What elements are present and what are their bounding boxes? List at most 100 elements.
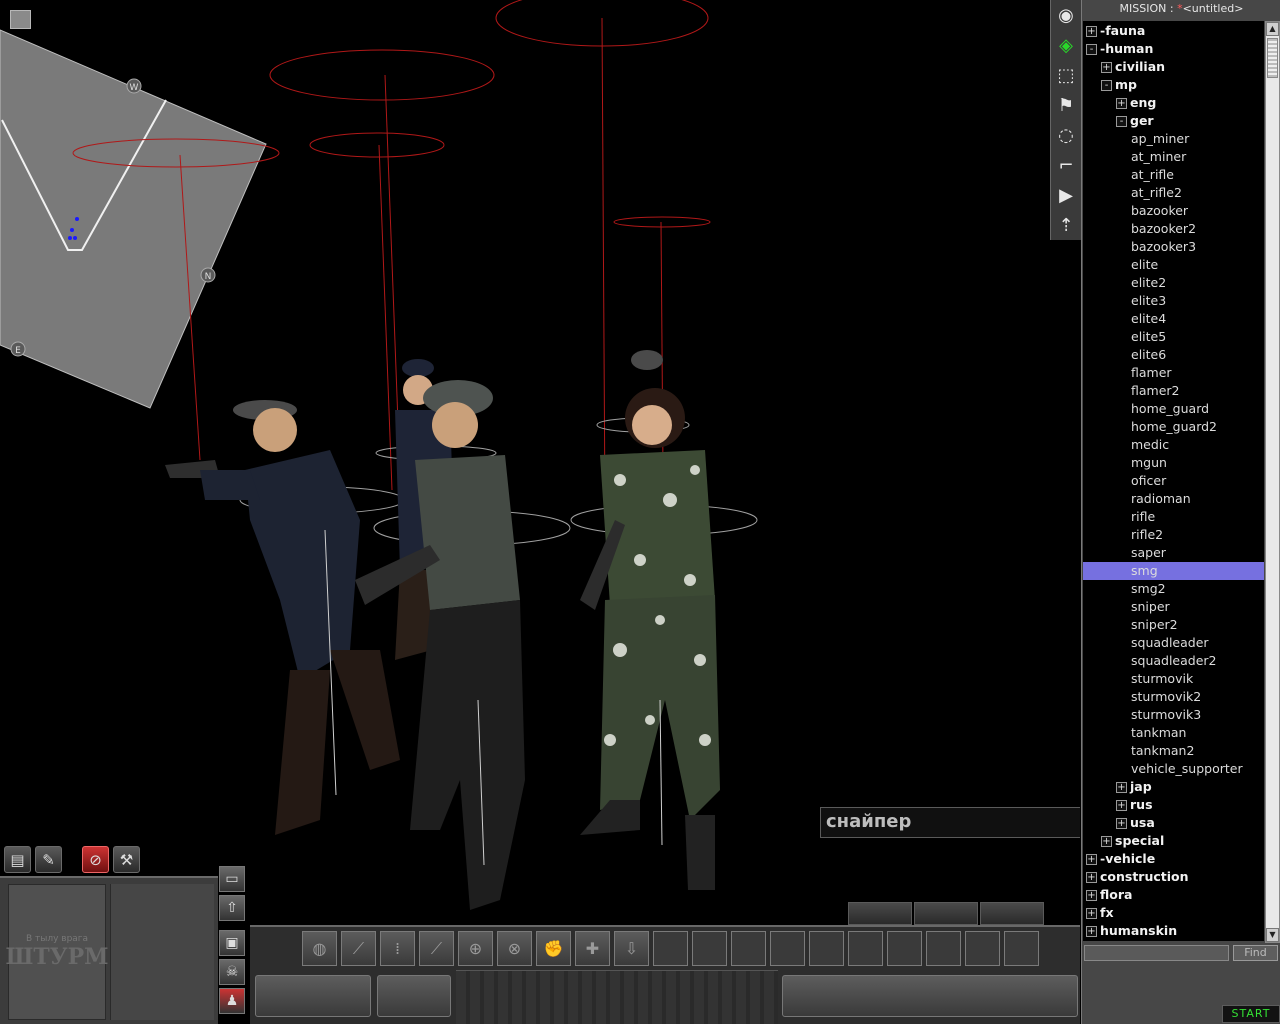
tree-item[interactable]: + civilian [1101,58,1165,76]
tree-item[interactable]: saper [1131,544,1166,562]
tree-item[interactable]: smg [1083,562,1264,580]
expand-icon[interactable]: + [1116,782,1127,793]
expand-icon[interactable]: + [1086,926,1097,937]
tree-item[interactable]: + special [1101,832,1164,850]
grenade-icon[interactable]: ◍ [302,931,337,966]
tree-item[interactable]: elite [1131,256,1158,274]
tree-item[interactable]: vehicle_supporter [1131,760,1243,778]
tree-item[interactable]: tankman [1131,724,1186,742]
start-button[interactable]: START [1222,1005,1280,1023]
tree-item[interactable]: - ger [1116,112,1154,130]
tree-item[interactable]: medic [1131,436,1169,454]
skull-icon[interactable]: ☠ [219,959,245,985]
tree-item[interactable]: rifle2 [1131,526,1163,544]
tree-item[interactable]: at_rifle2 [1131,184,1182,202]
tree-item[interactable]: elite6 [1131,346,1166,364]
tree-item[interactable]: + -fauna [1086,22,1145,40]
eraser-icon[interactable]: ▭ [219,866,245,892]
tree-scrollbar[interactable]: ▲ ▼ [1265,21,1280,943]
empty-slot[interactable] [1004,931,1039,966]
expand-icon[interactable]: + [1086,890,1097,901]
tree-item[interactable]: bazooker [1131,202,1188,220]
3d-viewport[interactable]: W N E снайпер [0,0,1080,1024]
soldier-officer-woman[interactable] [165,400,400,835]
tree-item[interactable]: rifle [1131,508,1155,526]
collapse-icon[interactable]: - [1086,44,1097,55]
empty-slot[interactable] [926,931,961,966]
path-icon[interactable]: ⌐ [1053,152,1080,179]
tree-item[interactable]: home_guard2 [1131,418,1217,436]
expand-icon[interactable]: + [1116,800,1127,811]
up-arrow-icon[interactable]: ⇧ [219,895,245,921]
tree-item[interactable]: home_guard [1131,400,1209,418]
empty-slot[interactable] [848,931,883,966]
scroll-up-icon[interactable]: ▲ [1266,22,1279,36]
knife-icon[interactable]: ⟋ [419,931,454,966]
tree-item[interactable]: + -vehicle [1086,850,1155,868]
expand-icon[interactable]: + [1086,26,1097,37]
tree-item[interactable]: elite3 [1131,292,1166,310]
upload-icon[interactable]: ⇡ [1053,212,1080,239]
tree-item[interactable]: elite2 [1131,274,1166,292]
empty-slot[interactable] [809,931,844,966]
expand-icon[interactable]: + [1086,854,1097,865]
entity-tree[interactable]: + -fauna - -human + civilian - mp + eng - ger ap_min… [1083,21,1264,941]
find-input[interactable] [1084,945,1229,961]
collapse-icon[interactable]: - [1101,80,1112,91]
find-button[interactable]: Find [1233,945,1278,961]
tree-item[interactable]: - mp [1101,76,1137,94]
hud-tab-1[interactable] [848,902,912,925]
tree-item[interactable]: ap_miner [1131,130,1189,148]
circle-icon[interactable]: ◌ [1053,122,1080,149]
squad-people-icon[interactable]: ♟ [219,988,245,1014]
tree-item[interactable]: elite5 [1131,328,1166,346]
expand-icon[interactable]: + [1116,818,1127,829]
wrench-icon[interactable]: ⚒ [113,846,140,873]
tree-item[interactable]: radioman [1131,490,1191,508]
expand-icon[interactable]: + [1101,62,1112,73]
tree-item[interactable]: squadleader2 [1131,652,1217,670]
compass-icon[interactable]: ⊘ [82,846,109,873]
hud-tab-3[interactable] [980,902,1044,925]
tree-item[interactable]: mgun [1131,454,1167,472]
empty-slot[interactable] [965,931,1000,966]
expand-icon[interactable]: + [1086,908,1097,919]
fist-icon[interactable]: ✊ [536,931,571,966]
empty-slot[interactable] [731,931,766,966]
expand-icon[interactable]: + [1086,872,1097,883]
soldier-helmet[interactable] [355,380,525,910]
tree-item[interactable]: squadleader [1131,634,1209,652]
tree-item[interactable]: smg2 [1131,580,1166,598]
tree-item[interactable]: + rus [1116,796,1153,814]
pencil-icon[interactable]: ✎ [35,846,62,873]
flag-icon[interactable]: ⚑ [1053,92,1080,119]
tree-item[interactable]: sturmovik2 [1131,688,1201,706]
expand-icon[interactable]: + [1101,836,1112,847]
tree-item[interactable]: at_rifle [1131,166,1174,184]
tree-item[interactable]: sturmovik [1131,670,1193,688]
edit-entity-icon[interactable]: ◈ [1053,32,1080,59]
tree-item[interactable]: elite4 [1131,310,1166,328]
inventory-box-icon[interactable]: ▣ [219,930,245,956]
tree-item[interactable]: - -human [1086,40,1153,58]
selection-icon[interactable]: ⬚ [1053,62,1080,89]
hud-field-left[interactable] [255,975,371,1017]
tree-item[interactable]: + flora [1086,886,1132,904]
empty-slot[interactable] [653,931,688,966]
tree-item[interactable]: at_miner [1131,148,1186,166]
soldier-camo[interactable] [580,350,720,890]
heal-plus-icon[interactable]: ✚ [575,931,610,966]
empty-slot[interactable] [887,931,922,966]
tree-item[interactable]: + humanskin [1086,922,1177,940]
empty-slot[interactable] [770,931,805,966]
hud-tab-2[interactable] [914,902,978,925]
eye-icon[interactable]: ◉ [1053,2,1080,29]
tree-item[interactable]: + jap [1116,778,1152,796]
scroll-thumb[interactable] [1267,38,1278,78]
tree-item[interactable]: tankman2 [1131,742,1194,760]
scroll-down-icon[interactable]: ▼ [1266,928,1279,942]
drop-item-icon[interactable]: ⇩ [614,931,649,966]
hud-field-right[interactable] [782,975,1078,1017]
tree-item[interactable]: bazooker3 [1131,238,1196,256]
hud-field-mid[interactable] [377,975,451,1017]
